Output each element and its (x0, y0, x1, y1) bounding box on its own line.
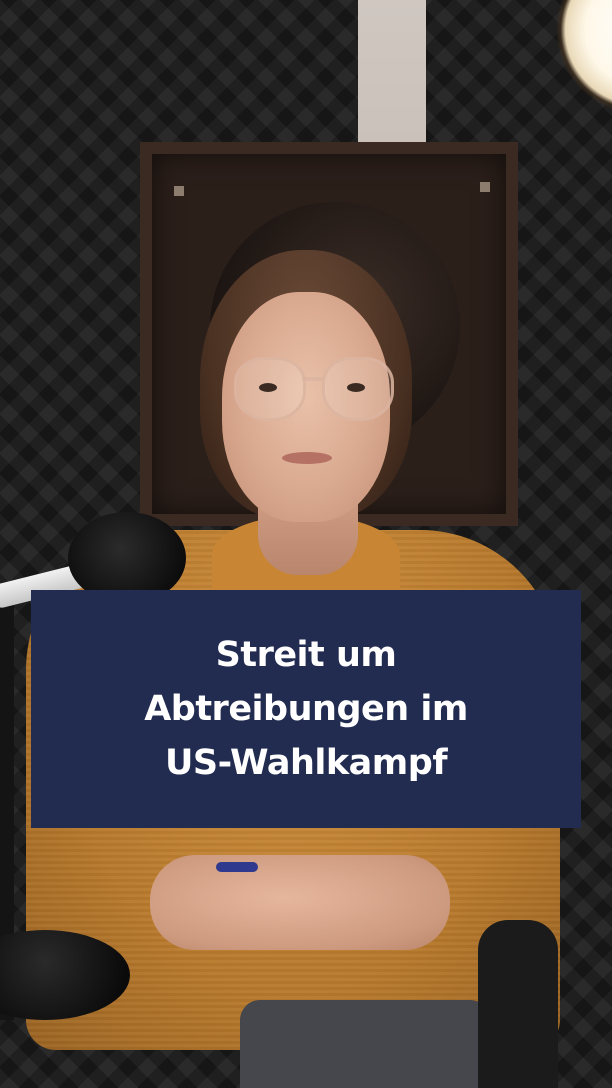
speaker-eye-right (347, 383, 365, 392)
headline-line: US-Wahlkampf (164, 743, 448, 783)
headline-line: Abtreibungen im (144, 689, 468, 729)
speaker-glasses (232, 357, 396, 421)
headline-title: Streit um Abtreibungen im US-Wahlkampf (144, 628, 468, 790)
video-frame: Streit um Abtreibungen im US-Wahlkampf (0, 0, 612, 1088)
chair-armrest (478, 920, 558, 1088)
speaker-hands (150, 855, 450, 950)
pen-in-hand (216, 862, 258, 872)
headline-line: Streit um (215, 635, 397, 675)
speaker-eye-left (259, 383, 277, 392)
glasses-bridge (302, 377, 324, 381)
speaker-lips (282, 452, 332, 464)
headline-card: Streit um Abtreibungen im US-Wahlkampf (31, 590, 581, 828)
speaker-pants (240, 1000, 490, 1088)
